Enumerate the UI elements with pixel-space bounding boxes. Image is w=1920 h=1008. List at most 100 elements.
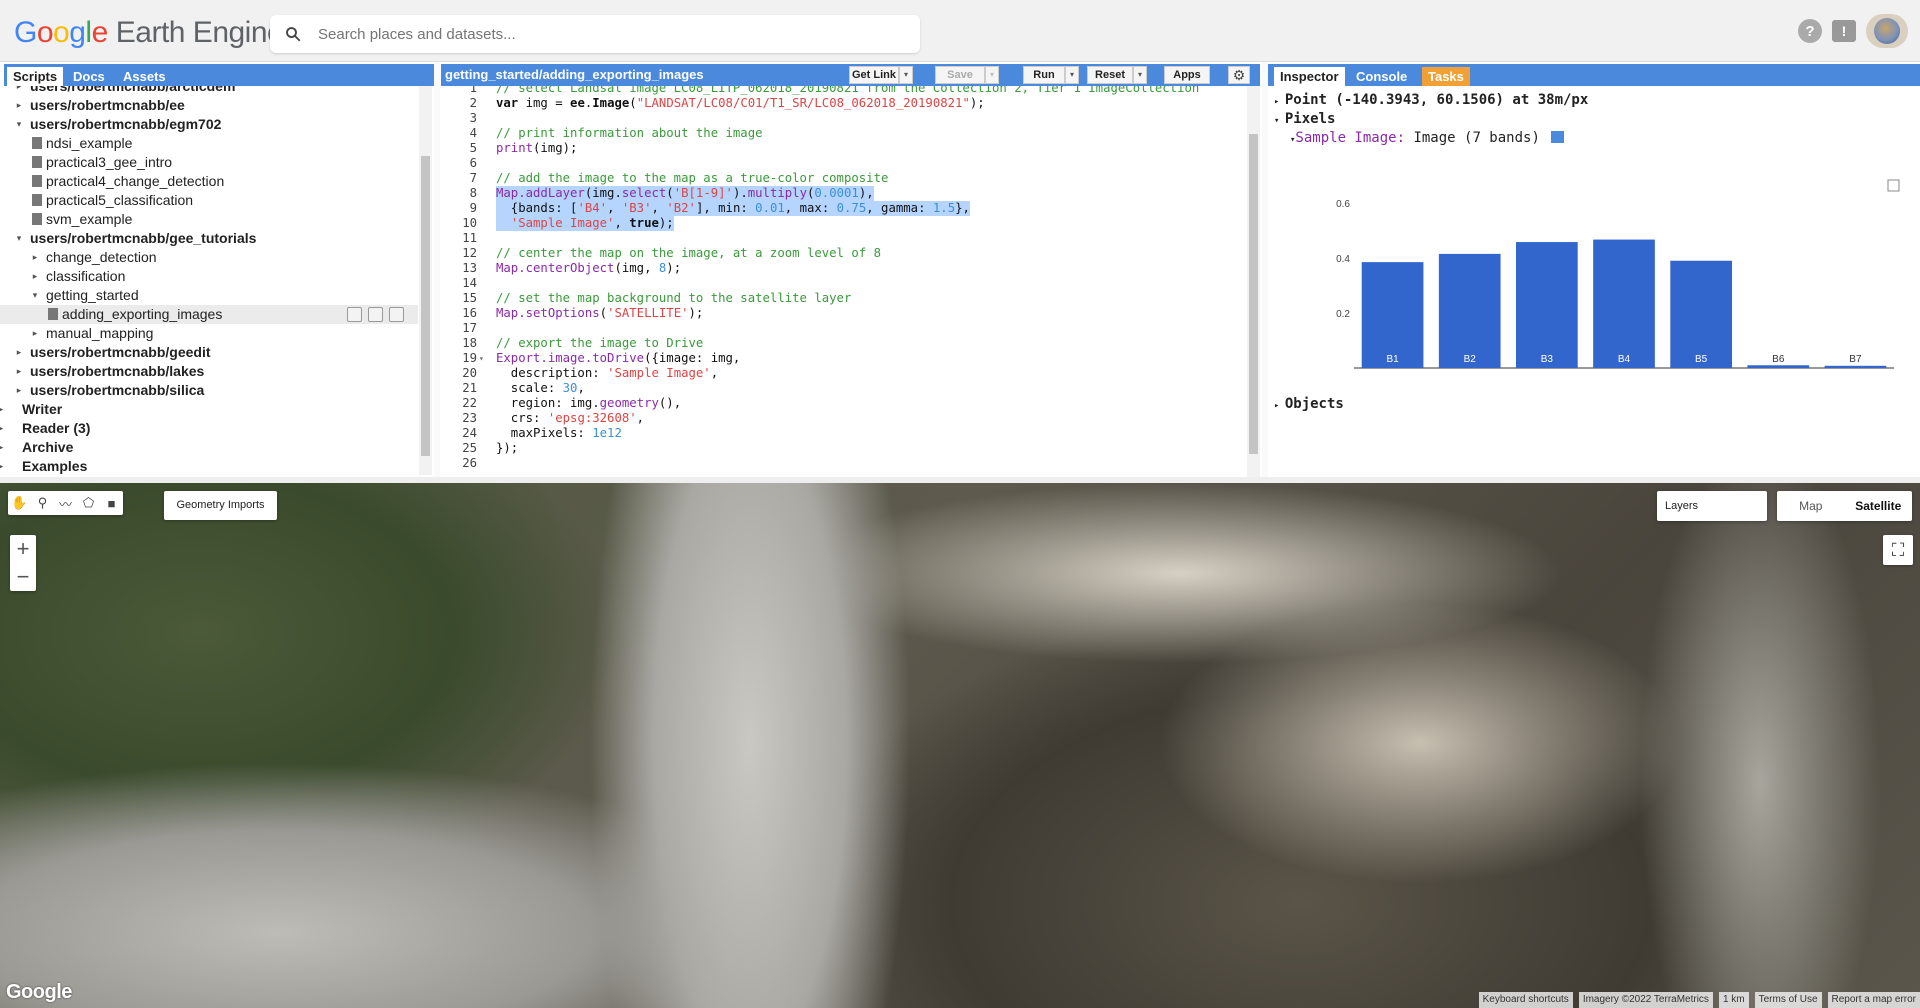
code-line[interactable]: 9 {bands: ['B4', 'B3', 'B2'], min: 0.01,… [441,201,1247,216]
code-line[interactable]: 18 // export the image to Drive [441,336,1247,351]
earth-engine-logo[interactable]: Google Earth Engine [14,16,284,50]
expand-arrow-icon[interactable]: ▸ [14,343,24,362]
fold-arrow-icon[interactable]: ▾ [479,351,484,366]
pan-hand-icon[interactable]: ✋ [8,491,31,515]
code-line[interactable]: 10 'Sample Image', true); [441,216,1247,231]
folder-item[interactable]: ▸ users/robertmcnabb/lakes [0,362,418,381]
collapse-arrow-icon[interactable]: ▾ [30,286,40,305]
geometry-imports-button[interactable]: Geometry Imports [164,491,277,520]
folder-item[interactable]: ▾ users/robertmcnabb/gee_tutorials [0,229,418,248]
code-line[interactable]: 17 [441,321,1247,336]
account-avatar[interactable] [1866,14,1908,48]
expand-arrow-icon[interactable]: ▸ [14,381,24,400]
code-line[interactable]: 19 ▾ Export.image.toDrive({image: img, [441,351,1247,366]
folder-item[interactable]: ▸ users/robertmcnabb/arcticdem [0,86,418,96]
folder-item[interactable]: ▸ classification [0,267,418,286]
terms-of-use-link[interactable]: Terms of Use [1754,992,1822,1008]
code-line[interactable]: 7 // add the image to the map as a true-c… [441,171,1247,186]
popout-chart-icon[interactable] [1887,179,1900,192]
script-file-item[interactable]: practical4_change_detection [0,172,418,191]
code-line[interactable]: 21 scale: 30, [441,381,1247,396]
scripts-scrollbar[interactable] [419,86,432,475]
code-line[interactable]: 14 [441,276,1247,291]
save-dropdown[interactable]: ▾ [985,66,999,84]
expand-arrow-icon[interactable]: ▸ [30,267,40,286]
code-line[interactable]: 2 var img = ee.Image("LANDSAT/LC08/C01/T1… [441,96,1247,111]
code-line[interactable]: 23 crs: 'epsg:32608', [441,411,1247,426]
code-line[interactable]: 13 Map.centerObject(img, 8); [441,261,1247,276]
help-icon[interactable]: ? [1798,19,1822,43]
folder-item[interactable]: ▸ Reader (3) [0,419,418,438]
rectangle-icon[interactable]: ■ [100,491,123,515]
code-line[interactable]: 26 [441,456,1247,471]
folder-item[interactable]: ▸ change_detection [0,248,418,267]
code-line[interactable]: 11 [441,231,1247,246]
get-link-button[interactable]: Get Link [849,66,899,84]
code-line[interactable]: 20 description: 'Sample Image', [441,366,1247,381]
script-file-item[interactable]: svm_example [0,210,418,229]
run-button[interactable]: Run [1023,66,1065,84]
tab-console[interactable]: Console [1350,67,1413,86]
tab-scripts[interactable]: Scripts [7,67,64,86]
code-line[interactable]: 25}); [441,441,1247,456]
editor-scrollbar[interactable] [1247,86,1260,477]
code-line[interactable]: 5 print(img); [441,141,1247,156]
code-area[interactable]: 1 // select Landsat image LC08_LITP_06201… [441,86,1247,477]
script-file-item[interactable]: adding_exporting_images [0,305,418,324]
marker-icon[interactable]: ⚲ [31,491,54,515]
run-dropdown[interactable]: ▾ [1065,66,1079,84]
apps-button[interactable]: Apps [1164,66,1210,84]
tab-docs[interactable]: Docs [67,67,111,86]
fullscreen-icon[interactable]: ⛶ [1883,535,1913,565]
feedback-icon[interactable]: ! [1832,20,1856,42]
folder-item[interactable]: ▸ Writer [0,400,418,419]
script-file-item[interactable]: practical3_gee_intro [0,153,418,172]
map-type-map[interactable]: Map [1777,491,1845,521]
sample-image-row[interactable]: ▾Sample Image: Image (7 bands) [1290,130,1565,146]
folder-item[interactable]: ▸ Archive [0,438,418,457]
expand-arrow-icon[interactable]: ▸ [0,457,6,475]
folder-item[interactable]: ▸ users/robertmcnabb/geedit [0,343,418,362]
zoom-out-button[interactable]: − [10,563,36,591]
code-line[interactable]: 15 // set the map background to the satel… [441,291,1247,306]
collapse-arrow-icon[interactable]: ▾ [14,115,24,134]
folder-item[interactable]: ▾ getting_started [0,286,418,305]
script-file-item[interactable]: ndsi_example [0,134,418,153]
code-line[interactable]: 3 [441,111,1247,126]
folder-item[interactable]: ▸ users/robertmcnabb/silica [0,381,418,400]
save-button[interactable]: Save [935,66,985,84]
map-view[interactable]: ✋ ⚲ 〰 ⬠ ■ Geometry Imports + − Layers Ma… [0,483,1920,1008]
search-input[interactable] [318,15,908,53]
folder-item[interactable]: ▾ users/robertmcnabb/egm702 [0,115,418,134]
code-line[interactable]: 8 Map.addLayer(img.select('B[1-9]').multi… [441,186,1247,201]
expand-arrow-icon[interactable]: ▸ [0,400,6,419]
code-line[interactable]: 1 // select Landsat image LC08_LITP_06201… [441,86,1247,96]
expand-arrow-icon[interactable]: ▸ [30,248,40,267]
settings-gear-icon[interactable]: ⚙ [1228,66,1250,84]
report-map-error-link[interactable]: Report a map error [1827,992,1920,1008]
folder-item[interactable]: ▸ users/robertmcnabb/ee [0,96,418,115]
expand-arrow-icon[interactable]: ▸ [14,362,24,381]
list-view-icon[interactable] [1551,131,1565,143]
pixels-row[interactable]: ▾ Pixels [1274,111,1335,127]
scrollbar-thumb[interactable] [421,156,430,456]
expand-arrow-icon[interactable]: ▸ [14,96,24,115]
expand-arrow-icon[interactable]: ▸ [0,419,6,438]
scale-bar[interactable]: 1 km [1718,992,1749,1008]
zoom-in-button[interactable]: + [10,535,36,563]
folder-item[interactable]: ▸ Examples [0,457,418,475]
layers-button[interactable]: Layers [1657,491,1767,521]
map-type-satellite[interactable]: Satellite [1845,491,1913,521]
delete-icon[interactable] [389,307,404,322]
collapse-arrow-icon[interactable]: ▾ [14,229,24,248]
history-icon[interactable] [347,307,362,322]
reset-button[interactable]: Reset [1087,66,1133,84]
left-splitter[interactable] [434,62,440,477]
keyboard-shortcuts-link[interactable]: Keyboard shortcuts [1478,992,1573,1008]
rename-icon[interactable] [368,307,383,322]
tab-tasks[interactable]: Tasks [1422,67,1470,86]
code-line[interactable]: 24 maxPixels: 1e12 [441,426,1247,441]
scrollbar-thumb[interactable] [1249,134,1258,454]
code-line[interactable]: 22 region: img.geometry(), [441,396,1247,411]
code-line[interactable]: 16 Map.setOptions('SATELLITE'); [441,306,1247,321]
